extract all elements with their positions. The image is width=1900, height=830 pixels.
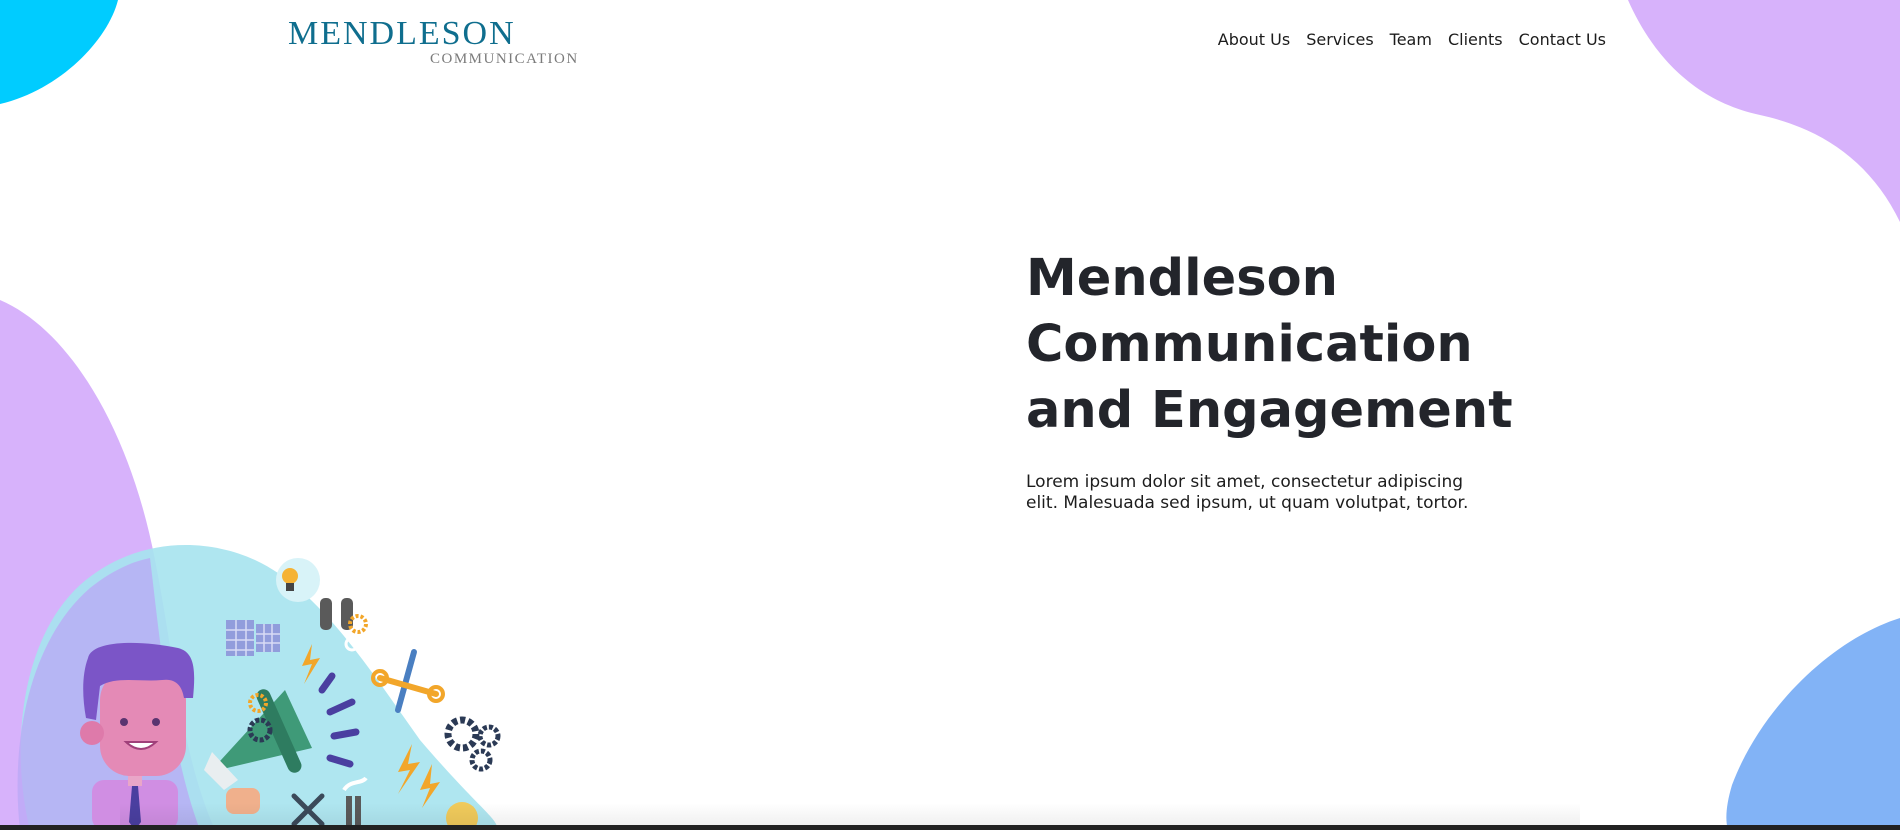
section-shadow	[120, 803, 1580, 825]
page: MENDLESON COMMUNICATION About Us Service…	[0, 0, 1900, 830]
logo-wordmark: MENDLESON	[288, 15, 516, 52]
main-nav: About Us Services Team Clients Contact U…	[1218, 28, 1606, 52]
blue-blob-bottom-right	[1726, 618, 1900, 830]
nav-team[interactable]: Team	[1390, 28, 1432, 52]
nav-about-us[interactable]: About Us	[1218, 28, 1290, 52]
hero-title: Mendleson Communication and Engagement	[1026, 246, 1546, 444]
nav-clients[interactable]: Clients	[1448, 28, 1503, 52]
nav-services[interactable]: Services	[1306, 28, 1373, 52]
hero-section: Mendleson Communication and Engagement L…	[1026, 246, 1546, 514]
hero-description: Lorem ipsum dolor sit amet, consectetur …	[1026, 472, 1469, 513]
hero-title-line: Mendleson	[1026, 249, 1338, 308]
hero-title-line: and Engagement	[1026, 381, 1513, 440]
bottom-border	[0, 825, 1900, 830]
logo-tagline: COMMUNICATION	[430, 51, 579, 67]
hero-title-line: Communication	[1026, 315, 1473, 374]
lilac-blob-top-right	[1628, 0, 1900, 222]
person-icon	[80, 642, 195, 830]
nav-contact-us[interactable]: Contact Us	[1519, 28, 1606, 52]
solar-panel-icon	[226, 620, 280, 656]
logo[interactable]: MENDLESON COMMUNICATION	[288, 14, 588, 70]
cyan-blob-top-left	[0, 0, 118, 104]
hero-illustration	[17, 545, 501, 830]
